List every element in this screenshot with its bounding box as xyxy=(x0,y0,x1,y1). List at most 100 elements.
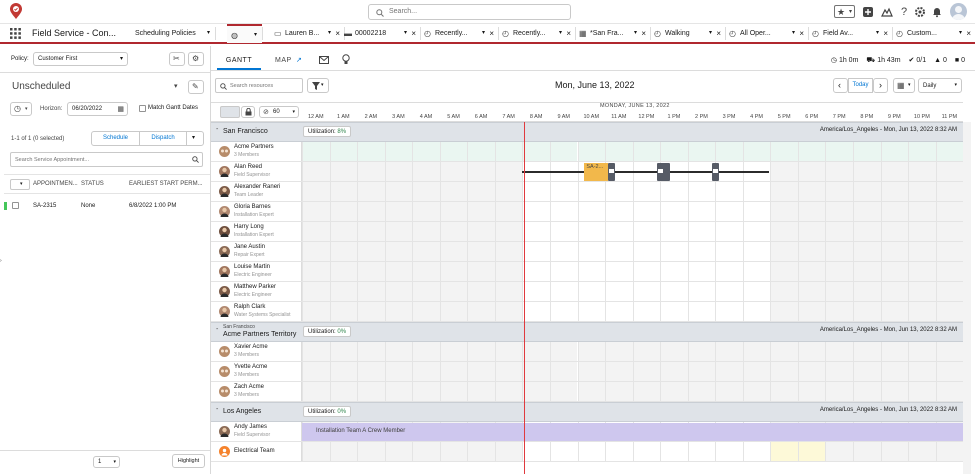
hour-cell[interactable] xyxy=(825,262,853,281)
hour-cell[interactable] xyxy=(577,282,606,301)
hour-cell[interactable] xyxy=(825,282,853,301)
filter-button[interactable]: ▾ xyxy=(307,78,329,93)
lasso-button[interactable]: ✂ xyxy=(169,52,185,66)
resource-name[interactable]: Acme Partners xyxy=(234,144,274,150)
search-icon[interactable] xyxy=(192,156,199,163)
hour-cell[interactable] xyxy=(687,382,716,401)
hour-cell[interactable] xyxy=(605,242,633,261)
hour-cell[interactable] xyxy=(549,362,578,381)
table-row[interactable]: SA-2315 None 6/8/2022 1:00 PM xyxy=(4,197,210,215)
hour-cell[interactable] xyxy=(908,222,936,241)
hour-cell[interactable] xyxy=(605,202,633,221)
hour-cell[interactable] xyxy=(577,142,606,161)
search-appointments-input[interactable]: Search Service Appointment... xyxy=(10,152,203,167)
row-checkbox[interactable] xyxy=(12,202,19,209)
hour-cell[interactable] xyxy=(302,382,330,401)
resource-name[interactable]: Louise Martin xyxy=(234,264,270,270)
hour-cell[interactable] xyxy=(632,382,661,401)
resource-row[interactable]: Matthew Parker Electric Engineer xyxy=(211,282,963,302)
hour-cell[interactable] xyxy=(687,362,716,381)
hour-cell[interactable] xyxy=(935,202,963,221)
hour-cell[interactable] xyxy=(357,222,385,241)
hour-cell[interactable] xyxy=(880,302,909,321)
chevron-down-icon[interactable]: ▾ xyxy=(634,24,637,43)
hour-cell[interactable] xyxy=(494,442,523,461)
hour-cell[interactable] xyxy=(770,262,798,281)
next-day-button[interactable]: › xyxy=(873,78,888,93)
highlight-button[interactable]: Highlight xyxy=(172,454,205,468)
hour-cell[interactable] xyxy=(439,242,468,261)
hour-cell[interactable] xyxy=(302,362,330,381)
global-search[interactable]: Search... xyxy=(368,4,571,20)
hour-cell[interactable] xyxy=(880,442,909,461)
territory-header[interactable]: San Francisco Acme Partners Territory - Uti… xyxy=(211,322,963,342)
hour-cell[interactable] xyxy=(522,382,550,401)
hour-cell[interactable] xyxy=(880,202,909,221)
hour-cell[interactable] xyxy=(935,142,963,161)
hour-cell[interactable] xyxy=(797,222,826,241)
hour-cell[interactable] xyxy=(357,342,385,361)
territory-header[interactable]: San Francisco - Utilization: 8% America/Los… xyxy=(211,122,963,142)
trailhead-icon[interactable] xyxy=(881,6,893,18)
hour-cell[interactable] xyxy=(494,222,523,241)
hour-cell[interactable] xyxy=(329,282,358,301)
notifications-bell-icon[interactable] xyxy=(931,6,943,18)
nav-tab[interactable]: ▦ *San Fra... ▾ × xyxy=(575,24,650,43)
hour-cell[interactable] xyxy=(660,442,688,461)
column-header-earliest-start[interactable]: EARLIEST START PERM... xyxy=(129,181,203,187)
hour-cell[interactable] xyxy=(549,382,578,401)
kpi-item[interactable]: ■ 0 xyxy=(955,57,965,64)
panel-collapse-handle[interactable]: › xyxy=(0,258,2,264)
email-icon[interactable] xyxy=(319,56,329,64)
hour-cell[interactable] xyxy=(880,262,909,281)
hour-cell[interactable] xyxy=(687,202,716,221)
hour-cell[interactable] xyxy=(357,142,385,161)
hour-cell[interactable] xyxy=(935,362,963,381)
add-icon[interactable] xyxy=(862,6,874,18)
hour-cell[interactable] xyxy=(494,382,523,401)
hour-cell[interactable] xyxy=(797,442,826,461)
hour-cell[interactable] xyxy=(715,262,743,281)
hour-cell[interactable] xyxy=(687,242,716,261)
tab-gantt[interactable]: GANTT xyxy=(217,54,261,70)
hour-cell[interactable] xyxy=(605,362,633,381)
hour-cell[interactable] xyxy=(742,362,771,381)
hour-cell[interactable] xyxy=(825,362,853,381)
resource-row[interactable]: Zach Acme 3 Members xyxy=(211,382,963,402)
hour-cell[interactable] xyxy=(825,202,853,221)
chevron-down-icon[interactable]: ▾ xyxy=(709,24,712,43)
kpi-item[interactable]: ◷ 1h 0m xyxy=(831,56,859,64)
hour-cell[interactable] xyxy=(605,342,633,361)
hour-cell[interactable] xyxy=(605,282,633,301)
hour-cell[interactable] xyxy=(605,442,633,461)
hour-cell[interactable] xyxy=(715,442,743,461)
hour-cell[interactable] xyxy=(357,182,385,201)
chevron-down-icon[interactable]: ▾ xyxy=(792,24,795,43)
hour-cell[interactable] xyxy=(384,142,413,161)
hour-cell[interactable] xyxy=(742,382,771,401)
hour-cell[interactable] xyxy=(632,242,661,261)
nav-tab[interactable]: ◍ ▾ xyxy=(227,24,262,43)
hour-cell[interactable] xyxy=(880,222,909,241)
list-view-chevron-icon[interactable]: ▾ xyxy=(174,82,178,90)
calendar-icon[interactable]: ▦ xyxy=(117,105,124,113)
hour-cell[interactable] xyxy=(357,362,385,381)
hour-cell[interactable] xyxy=(494,182,523,201)
hour-cell[interactable] xyxy=(880,142,909,161)
hour-cell[interactable] xyxy=(660,202,688,221)
hour-cell[interactable] xyxy=(522,442,550,461)
close-icon[interactable]: × xyxy=(716,24,721,43)
hour-cell[interactable] xyxy=(439,302,468,321)
hour-cell[interactable] xyxy=(549,282,578,301)
hour-cell[interactable] xyxy=(329,302,358,321)
hour-cell[interactable] xyxy=(577,442,606,461)
hour-cell[interactable] xyxy=(687,342,716,361)
hour-cell[interactable] xyxy=(632,362,661,381)
help-icon[interactable]: ? xyxy=(898,6,910,18)
hour-cell[interactable] xyxy=(742,202,771,221)
chevron-down-icon[interactable]: ▾ xyxy=(559,24,562,43)
hour-cell[interactable] xyxy=(770,242,798,261)
nav-tab[interactable]: ▭ Lauren B... ▾ × xyxy=(270,24,344,43)
hour-cell[interactable] xyxy=(908,382,936,401)
chevron-down-icon[interactable]: ▾ xyxy=(404,24,407,43)
